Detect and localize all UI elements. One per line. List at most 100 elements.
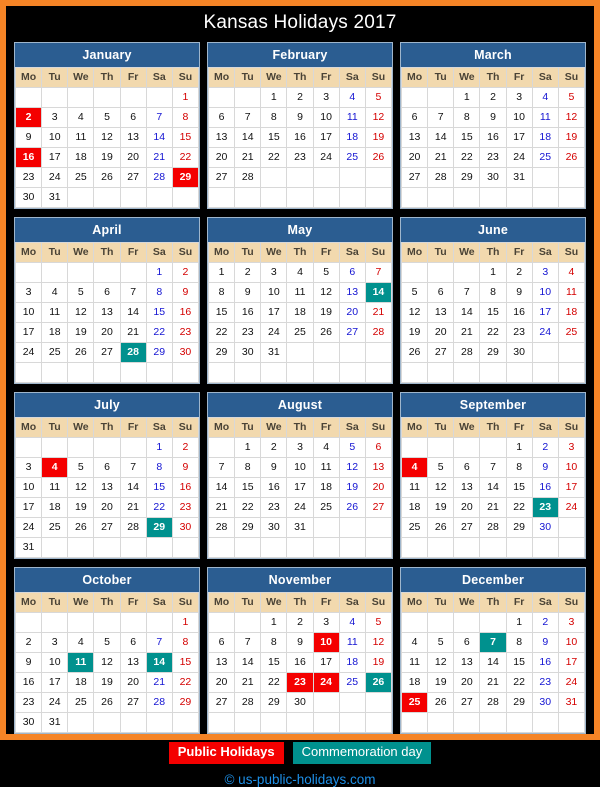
day-cell[interactable]: 16 xyxy=(531,476,559,498)
day-cell[interactable]: 27 xyxy=(338,321,366,343)
day-cell[interactable]: 3 xyxy=(41,631,69,653)
day-cell[interactable]: 3 xyxy=(505,86,533,108)
day-cell[interactable]: 28 xyxy=(453,341,481,363)
day-cell[interactable]: 9 xyxy=(531,631,559,653)
day-cell[interactable]: 30 xyxy=(171,516,200,538)
day-cell[interactable]: 30 xyxy=(286,691,314,713)
day-cell[interactable]: 23 xyxy=(234,321,262,343)
day-cell[interactable]: 12 xyxy=(427,476,455,498)
day-cell[interactable]: 26 xyxy=(67,341,95,363)
day-cell[interactable]: 17 xyxy=(14,496,43,518)
day-cell[interactable]: 21 xyxy=(234,671,262,693)
day-cell[interactable]: 8 xyxy=(145,456,173,478)
day-cell[interactable]: 28 xyxy=(479,516,507,538)
day-cell[interactable]: 30 xyxy=(505,341,533,363)
day-cell[interactable]: 11 xyxy=(41,476,69,498)
day-cell[interactable]: 13 xyxy=(427,301,455,323)
day-cell[interactable]: 1 xyxy=(260,86,288,108)
day-cell[interactable]: 27 xyxy=(207,691,236,713)
day-cell[interactable]: 25 xyxy=(400,516,429,538)
day-cell[interactable]: 13 xyxy=(119,126,147,148)
day-cell[interactable]: 28 xyxy=(479,691,507,713)
day-cell[interactable]: 20 xyxy=(207,671,236,693)
day-cell[interactable]: 20 xyxy=(93,321,121,343)
day-cell[interactable]: 23 xyxy=(171,321,200,343)
day-cell[interactable]: 1 xyxy=(505,611,533,633)
day-cell[interactable]: 10 xyxy=(286,456,314,478)
day-cell[interactable]: 11 xyxy=(286,281,314,303)
day-cell[interactable]: 29 xyxy=(479,341,507,363)
day-cell[interactable]: 2 xyxy=(171,436,200,458)
day-cell[interactable]: 20 xyxy=(338,301,366,323)
day-cell[interactable]: 19 xyxy=(427,496,455,518)
day-cell-public-holiday[interactable]: 24 xyxy=(312,671,340,693)
day-cell[interactable]: 20 xyxy=(400,146,429,168)
day-cell[interactable]: 31 xyxy=(41,711,69,733)
day-cell[interactable]: 20 xyxy=(119,671,147,693)
day-cell[interactable]: 12 xyxy=(312,281,340,303)
day-cell[interactable]: 10 xyxy=(14,476,43,498)
day-cell[interactable]: 4 xyxy=(286,261,314,283)
day-cell[interactable]: 3 xyxy=(312,611,340,633)
day-cell[interactable]: 12 xyxy=(364,106,393,128)
day-cell[interactable]: 29 xyxy=(145,341,173,363)
day-cell[interactable]: 5 xyxy=(427,456,455,478)
day-cell[interactable]: 28 xyxy=(145,691,173,713)
day-cell[interactable]: 11 xyxy=(400,651,429,673)
day-cell[interactable]: 19 xyxy=(67,496,95,518)
day-cell[interactable]: 21 xyxy=(119,496,147,518)
day-cell[interactable]: 11 xyxy=(338,106,366,128)
day-cell[interactable]: 18 xyxy=(338,651,366,673)
day-cell[interactable]: 16 xyxy=(505,301,533,323)
day-cell[interactable]: 16 xyxy=(260,476,288,498)
day-cell[interactable]: 4 xyxy=(41,281,69,303)
day-cell[interactable]: 12 xyxy=(557,106,586,128)
day-cell[interactable]: 29 xyxy=(453,166,481,188)
day-cell[interactable]: 3 xyxy=(557,436,586,458)
day-cell[interactable]: 22 xyxy=(453,146,481,168)
day-cell[interactable]: 3 xyxy=(557,611,586,633)
day-cell[interactable]: 7 xyxy=(427,106,455,128)
day-cell[interactable]: 13 xyxy=(93,301,121,323)
day-cell[interactable]: 9 xyxy=(286,631,314,653)
day-cell[interactable]: 25 xyxy=(557,321,586,343)
day-cell[interactable]: 25 xyxy=(312,496,340,518)
day-cell[interactable]: 25 xyxy=(531,146,559,168)
day-cell[interactable]: 2 xyxy=(531,436,559,458)
day-cell[interactable]: 31 xyxy=(557,691,586,713)
day-cell[interactable]: 11 xyxy=(400,476,429,498)
day-cell[interactable]: 5 xyxy=(67,456,95,478)
day-cell[interactable]: 7 xyxy=(145,631,173,653)
day-cell[interactable]: 14 xyxy=(145,126,173,148)
day-cell-public-holiday[interactable]: 4 xyxy=(41,456,69,478)
day-cell[interactable]: 9 xyxy=(286,106,314,128)
day-cell[interactable]: 18 xyxy=(557,301,586,323)
day-cell[interactable]: 4 xyxy=(338,611,366,633)
day-cell[interactable]: 24 xyxy=(41,691,69,713)
day-cell[interactable]: 8 xyxy=(171,631,200,653)
day-cell[interactable]: 28 xyxy=(145,166,173,188)
day-cell[interactable]: 19 xyxy=(93,146,121,168)
day-cell[interactable]: 17 xyxy=(41,671,69,693)
day-cell[interactable]: 25 xyxy=(286,321,314,343)
day-cell[interactable]: 18 xyxy=(286,301,314,323)
day-cell[interactable]: 16 xyxy=(171,301,200,323)
day-cell-commemoration[interactable]: 26 xyxy=(364,671,393,693)
day-cell[interactable]: 28 xyxy=(364,321,393,343)
day-cell[interactable]: 5 xyxy=(338,436,366,458)
day-cell[interactable]: 4 xyxy=(338,86,366,108)
day-cell[interactable]: 5 xyxy=(312,261,340,283)
day-cell[interactable]: 15 xyxy=(234,476,262,498)
day-cell[interactable]: 24 xyxy=(557,496,586,518)
day-cell[interactable]: 10 xyxy=(557,456,586,478)
day-cell[interactable]: 5 xyxy=(427,631,455,653)
day-cell[interactable]: 26 xyxy=(312,321,340,343)
day-cell[interactable]: 29 xyxy=(234,516,262,538)
day-cell[interactable]: 2 xyxy=(479,86,507,108)
day-cell[interactable]: 9 xyxy=(234,281,262,303)
day-cell[interactable]: 21 xyxy=(479,496,507,518)
day-cell[interactable]: 21 xyxy=(453,321,481,343)
day-cell[interactable]: 7 xyxy=(453,281,481,303)
day-cell[interactable]: 21 xyxy=(145,146,173,168)
day-cell[interactable]: 7 xyxy=(119,281,147,303)
